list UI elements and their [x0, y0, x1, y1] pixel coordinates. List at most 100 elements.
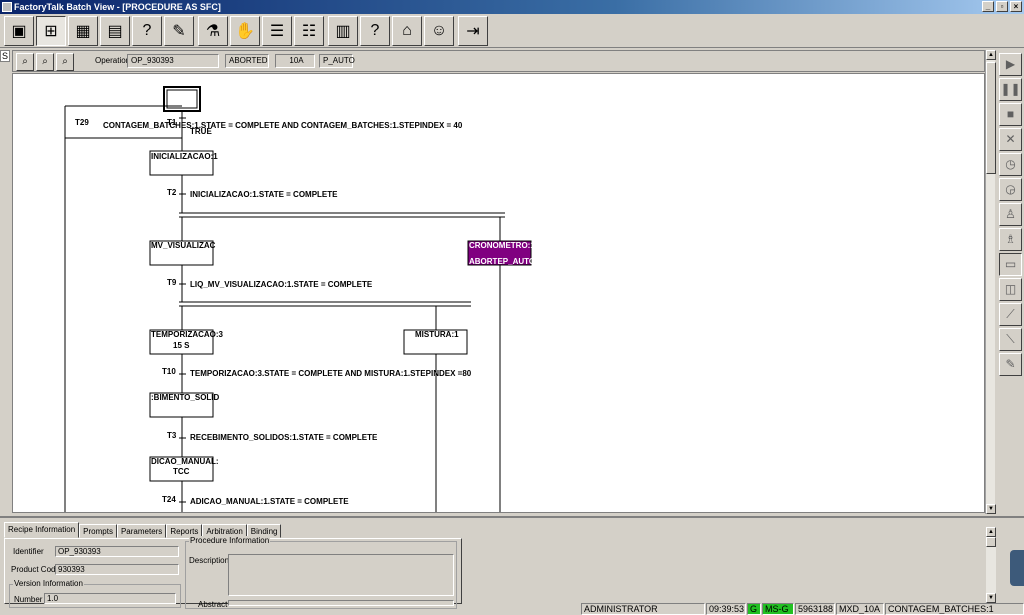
left-tab[interactable]: S [0, 50, 10, 62]
info-vertical-scrollbar[interactable]: ▲ ▼ [986, 527, 996, 603]
scroll-down-icon[interactable]: ▼ [986, 504, 996, 514]
mode-field: P_AUTO [319, 54, 355, 68]
status-area: MXD_10A [836, 603, 884, 615]
scroll-up-icon[interactable]: ▲ [986, 50, 996, 60]
step-cronometro[interactable]: CRONOMETRO:1 [469, 241, 535, 250]
list-icon[interactable]: ☰ [262, 16, 292, 46]
recipe-info-panel: Identifier OP_930393 Product Code 930393… [4, 536, 462, 609]
canvas-vertical-scrollbar[interactable]: ▲ ▼ [985, 50, 996, 514]
title-bar: FactoryTalk Batch View - [PROCEDURE AS S… [0, 0, 1024, 14]
status-user: ADMINISTRATOR [581, 603, 705, 615]
procedure-info-group: Procedure Information Description Abstra… [185, 536, 457, 609]
step-adicao-manual[interactable]: DICAO_MANUAL: [151, 457, 219, 466]
view-icon[interactable]: ▣ [4, 16, 34, 46]
product-code-field: 930393 [55, 564, 179, 575]
unit-field: 10A [275, 54, 315, 68]
identifier-label: Identifier [13, 547, 44, 556]
chart-icon[interactable]: ▥ [328, 16, 358, 46]
minimize-button[interactable]: _ [982, 1, 994, 12]
recipe-icon[interactable]: ⚗ [198, 16, 228, 46]
abort-icon[interactable]: ✕ [999, 128, 1022, 151]
sign-icon[interactable]: ✎ [164, 16, 194, 46]
main-toolbar: ▣ ⊞ ▦ ▤ ? ✎ ⚗ ✋ ☰ ☷ ▥ ? ⌂ ☺ ⇥ [0, 14, 1024, 48]
help-icon[interactable]: ? [360, 16, 390, 46]
step-inicializacao[interactable]: INICIALIZACAO:1 [151, 152, 218, 161]
description-field [228, 554, 454, 596]
transition-text-t3[interactable]: RECEBIMENTO_SOLIDOS:1.STATE = COMPLETE [190, 433, 378, 442]
tray-icon [1010, 550, 1024, 586]
release-icon[interactable]: ⟍ [999, 328, 1022, 351]
window-controls: _ ▫ × [982, 1, 1022, 12]
info-scroll-thumb[interactable] [986, 537, 996, 547]
operator-icon[interactable]: ♗ [999, 228, 1022, 251]
tab-recipe-information[interactable]: Recipe Information [4, 522, 80, 538]
tab-parameters[interactable]: Parameters [116, 524, 167, 538]
restart-clock-icon[interactable]: ◶ [999, 178, 1022, 201]
command-sidebar: ▶ ❚❚ ■ ✕ ◷ ◶ ♙ ♗ ▭ ◫ ⟋ ⟍ ✎ [997, 50, 1024, 380]
restore-button[interactable]: ▫ [996, 1, 1008, 12]
transition-id-t2: T2 [167, 188, 177, 197]
status-batch: 5963188 [795, 603, 835, 615]
zoom-in-icon[interactable]: ⌕ [16, 53, 34, 71]
state-field: ABORTED [225, 54, 269, 68]
transition-id-t1: T1 [167, 118, 177, 127]
zoom-out-icon[interactable]: ⌕ [36, 53, 54, 71]
operation-header: ⌕ ⌕ ⌕ Operation OP_930393 ABORTED 10A P_… [12, 50, 985, 72]
tank-icon[interactable]: ◫ [999, 278, 1022, 301]
step-temporizacao[interactable]: TEMPORIZACAO:3 [151, 330, 224, 339]
recipe-info-pane: Recipe Information Prompts Parameters Re… [0, 516, 1024, 609]
sfc-icon[interactable]: ⊞ [36, 16, 66, 46]
info-scroll-up-icon[interactable]: ▲ [986, 527, 996, 537]
exit-icon[interactable]: ⇥ [458, 16, 488, 46]
transition-id-t9: T9 [167, 278, 177, 287]
hold-clock-icon[interactable]: ◷ [999, 153, 1022, 176]
transition-text-t1[interactable]: TRUE [190, 127, 212, 136]
help-doc-icon[interactable]: ? [132, 16, 162, 46]
app-icon [2, 2, 12, 12]
operation-field: OP_930393 [127, 54, 219, 68]
status-g: G [747, 603, 761, 615]
operation-label: Operation [95, 56, 131, 65]
procedure-info-caption: Procedure Information [189, 536, 271, 545]
status-time: 09:39:53 [706, 603, 746, 615]
sfc-canvas[interactable]: T29 CONTAGEM_BATCHES:1.STATE = COMPLETE … [12, 73, 985, 513]
status-phase: CONTAGEM_BATCHES:1 [885, 603, 1024, 615]
user-icon[interactable]: ☺ [424, 16, 454, 46]
transition-id-t24: T24 [162, 495, 176, 504]
transition-id-t29: T29 [75, 118, 89, 127]
step-mv-visualizacao[interactable]: MV_VISUALIZAC [151, 241, 216, 250]
close-button[interactable]: × [1010, 1, 1022, 12]
scroll-thumb[interactable] [986, 62, 996, 174]
transition-id-t3: T3 [167, 431, 177, 440]
transition-text-t10[interactable]: TEMPORIZACAO:3.STATE = COMPLETE AND MIST… [190, 369, 472, 378]
version-info-caption: Version Information [13, 579, 84, 588]
step-temporizacao-time: 15 S [173, 341, 190, 350]
step-recebimento-solidos[interactable]: :BIMENTO_SOLID [151, 393, 220, 402]
info-scroll-down-icon[interactable]: ▼ [986, 593, 996, 603]
list-edit-icon[interactable]: ☷ [294, 16, 324, 46]
start-icon[interactable]: ▶ [999, 53, 1022, 76]
tab-prompts[interactable]: Prompts [79, 524, 117, 538]
pause-icon[interactable]: ❚❚ [999, 78, 1022, 101]
equipment-icon[interactable]: ⌂ [392, 16, 422, 46]
zoom-fit-icon[interactable]: ⌕ [56, 53, 74, 71]
table-icon[interactable]: ▦ [68, 16, 98, 46]
product-code-label: Product Code [11, 565, 60, 574]
transition-id-t10: T10 [162, 367, 176, 376]
step-mistura[interactable]: MISTURA:1 [415, 330, 459, 339]
report-icon[interactable]: ▤ [100, 16, 130, 46]
handshake-icon[interactable]: ✋ [230, 16, 260, 46]
stop-icon[interactable]: ■ [999, 103, 1022, 126]
description-label: Description [189, 556, 230, 565]
transition-text-t2[interactable]: INICIALIZACAO:1.STATE = COMPLETE [190, 190, 338, 199]
window-title: FactoryTalk Batch View - [PROCEDURE AS S… [14, 2, 221, 12]
status-server: MS-G [762, 603, 794, 615]
transition-text-t29[interactable]: CONTAGEM_BATCHES:1.STATE = COMPLETE AND … [103, 121, 463, 130]
transition-text-t24[interactable]: ADICAO_MANUAL:1.STATE = COMPLETE [190, 497, 349, 506]
edit-icon[interactable]: ✎ [999, 353, 1022, 376]
status-bar: ADMINISTRATOR 09:39:53 G MS-G 5963188 MX… [0, 603, 1024, 615]
acquire-icon[interactable]: ⟋ [999, 303, 1022, 326]
person-icon[interactable]: ♙ [999, 203, 1022, 226]
computer-icon[interactable]: ▭ [999, 253, 1022, 276]
transition-text-t9[interactable]: LIQ_MV_VISUALIZACAO:1.STATE = COMPLETE [190, 280, 373, 289]
